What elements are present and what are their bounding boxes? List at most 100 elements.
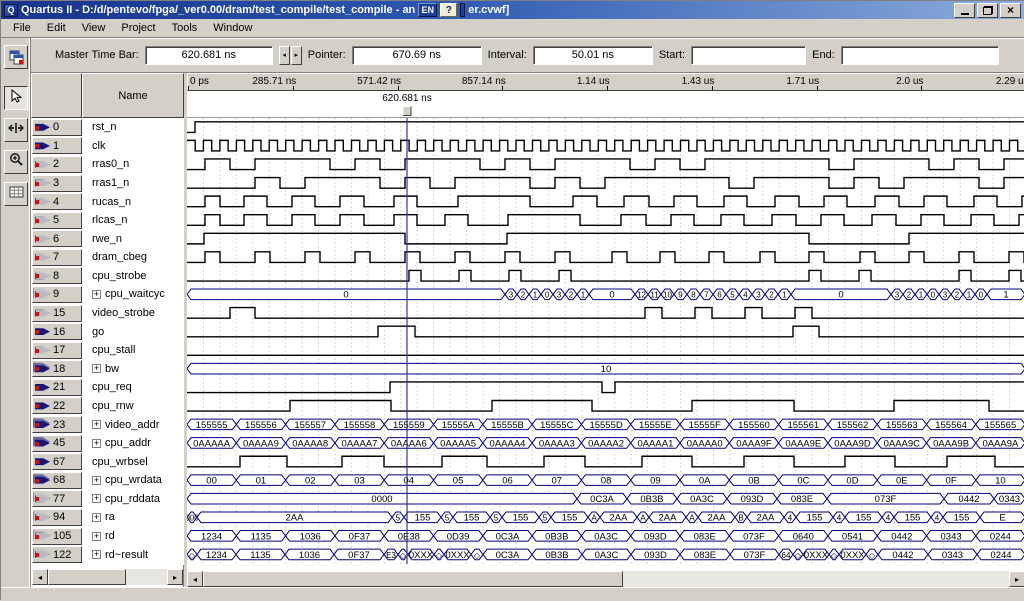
signal-id-button[interactable]: 17 <box>32 342 82 359</box>
expand-button[interactable]: + <box>92 420 101 429</box>
wave-scroll-right-icon[interactable]: ▸ <box>1009 571 1024 587</box>
signal-name-cell[interactable]: rst_n <box>82 121 116 133</box>
expand-button[interactable]: + <box>92 476 101 485</box>
signal-row[interactable]: 5 rlcas_n <box>31 211 184 230</box>
language-bar-grip[interactable] <box>460 3 465 17</box>
expand-button[interactable]: + <box>92 513 101 522</box>
signal-name-cell[interactable]: cpu_req <box>82 381 132 393</box>
end-value[interactable] <box>841 46 999 65</box>
signal-id-button[interactable]: 9 <box>32 286 82 303</box>
signal-name-cell[interactable]: +rd <box>82 530 115 542</box>
signal-name-cell[interactable]: clk <box>82 140 105 152</box>
signal-row[interactable]: 22 cpu_rnw <box>31 397 184 416</box>
signal-row[interactable]: 3 rras1_n <box>31 174 184 193</box>
signal-row[interactable]: 18 +bw <box>31 360 184 379</box>
help-icon[interactable]: ? <box>440 3 457 17</box>
master-bar-strip[interactable]: 620.681 ns <box>187 91 1024 118</box>
signal-id-button[interactable]: 94 <box>32 509 82 526</box>
signal-row[interactable]: 6 rwe_n <box>31 229 184 248</box>
signal-row[interactable]: 94 +ra <box>31 508 184 527</box>
menu-item-view[interactable]: View <box>74 20 114 36</box>
signal-row[interactable]: 23 +video_addr <box>31 415 184 434</box>
signal-id-button[interactable]: 105 <box>32 528 82 545</box>
signal-id-button[interactable]: 15 <box>32 305 82 322</box>
signal-name-cell[interactable]: cpu_stall <box>82 344 135 356</box>
signal-id-button[interactable]: 1 <box>32 137 82 154</box>
signal-name-cell[interactable]: rras0_n <box>82 158 129 170</box>
signal-id-button[interactable]: 16 <box>32 323 82 340</box>
master-time-bar-value[interactable]: 620.681 ns <box>145 46 273 65</box>
signal-row[interactable]: 0 rst_n <box>31 118 184 137</box>
signal-id-button[interactable]: 2 <box>32 156 82 173</box>
zoom-tool[interactable] <box>4 150 28 174</box>
signal-name-cell[interactable]: dram_cbeg <box>82 251 147 263</box>
signal-row[interactable]: 68 +cpu_wrdata <box>31 471 184 490</box>
signal-id-button[interactable]: 68 <box>32 472 82 489</box>
signal-name-cell[interactable]: video_strobe <box>82 307 155 319</box>
signal-row[interactable]: 9 +cpu_waitcyc <box>31 285 184 304</box>
signal-id-button[interactable]: 6 <box>32 230 82 247</box>
signal-row[interactable]: 67 cpu_wrbsel <box>31 452 184 471</box>
signal-row[interactable]: 1 clk <box>31 137 184 156</box>
signal-id-button[interactable]: 3 <box>32 175 82 192</box>
menu-item-edit[interactable]: Edit <box>39 20 74 36</box>
restore-button[interactable] <box>977 3 998 18</box>
signal-id-button[interactable]: 0 <box>32 119 82 136</box>
signal-id-button[interactable]: 21 <box>32 379 82 396</box>
time-step-left-button[interactable]: ◂ <box>279 46 290 65</box>
scroll-right-icon[interactable]: ▸ <box>167 569 183 585</box>
signal-name-cell[interactable]: cpu_strobe <box>82 270 146 282</box>
signal-name-cell[interactable]: rras1_n <box>82 177 129 189</box>
signal-id-button[interactable]: 8 <box>32 267 82 284</box>
menu-item-file[interactable]: File <box>5 20 39 36</box>
waveform-horizontal-scrollbar[interactable]: ◂ ▸ <box>187 571 1024 587</box>
signal-row[interactable]: 45 +cpu_addr <box>31 434 184 453</box>
expand-button[interactable]: + <box>92 439 101 448</box>
signal-id-button[interactable]: 122 <box>32 546 82 563</box>
signal-name-cell[interactable]: +cpu_rddata <box>82 493 160 505</box>
selection-tool[interactable] <box>4 86 28 110</box>
signal-name-cell[interactable]: go <box>82 326 104 338</box>
minimize-button[interactable] <box>954 3 975 18</box>
expand-button[interactable]: + <box>92 494 101 503</box>
signal-row[interactable]: 16 go <box>31 322 184 341</box>
signal-row[interactable]: 21 cpu_req <box>31 378 184 397</box>
report-window-button[interactable] <box>4 45 28 69</box>
signal-id-button[interactable]: 5 <box>32 212 82 229</box>
close-button[interactable]: × <box>1000 3 1021 18</box>
signal-id-button[interactable]: 22 <box>32 397 82 414</box>
expand-button[interactable]: + <box>92 550 101 559</box>
waveform-edit-tool[interactable] <box>4 118 28 142</box>
time-step-right-button[interactable]: ▸ <box>291 46 302 65</box>
waveform-scrollbar-thumb[interactable] <box>203 571 623 587</box>
signal-row[interactable]: 105 +rd <box>31 527 184 546</box>
signal-row[interactable]: 77 +cpu_rddata <box>31 490 184 509</box>
signal-name-cell[interactable]: +rd~result <box>82 549 148 561</box>
signal-name-cell[interactable]: +video_addr <box>82 419 159 431</box>
language-indicator-badge[interactable]: EN <box>418 3 437 17</box>
signal-row[interactable]: 17 cpu_stall <box>31 341 184 360</box>
signal-row[interactable]: 7 dram_cbeg <box>31 248 184 267</box>
signal-id-button[interactable]: 77 <box>32 490 82 507</box>
master-time-cursor-handle[interactable] <box>403 106 412 116</box>
expand-button[interactable]: + <box>92 290 101 299</box>
names-horizontal-scrollbar[interactable]: ◂ ▸ <box>32 569 183 585</box>
menu-item-tools[interactable]: Tools <box>164 20 206 36</box>
signal-name-cell[interactable]: +ra <box>82 511 115 523</box>
names-scrollbar-thumb[interactable] <box>48 569 126 585</box>
signal-name-cell[interactable]: cpu_rnw <box>82 400 134 412</box>
signal-id-button[interactable]: 7 <box>32 249 82 266</box>
signal-name-cell[interactable]: +bw <box>82 363 119 375</box>
menu-item-project[interactable]: Project <box>113 20 163 36</box>
time-ruler[interactable]: 0 ps285.71 ns571.42 ns857.14 ns1.14 us1.… <box>187 73 1024 91</box>
signal-name-cell[interactable]: rlcas_n <box>82 214 127 226</box>
waveform-canvas[interactable]: 0321032101211109876543210321032101101555… <box>187 118 1024 565</box>
signal-name-cell[interactable]: +cpu_waitcyc <box>82 288 165 300</box>
signal-name-cell[interactable]: cpu_wrbsel <box>82 456 148 468</box>
expand-button[interactable]: + <box>92 532 101 541</box>
wave-scroll-left-icon[interactable]: ◂ <box>187 571 203 587</box>
signal-id-button[interactable]: 67 <box>32 453 82 470</box>
start-value[interactable] <box>691 46 806 65</box>
signal-id-button[interactable]: 45 <box>32 435 82 452</box>
signal-row[interactable]: 15 video_strobe <box>31 304 184 323</box>
